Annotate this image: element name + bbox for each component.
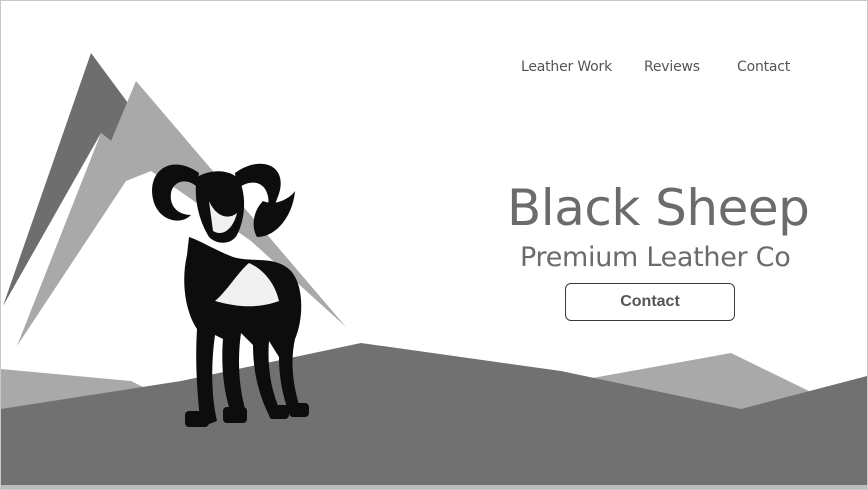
nav-reviews[interactable]: Reviews <box>644 59 700 75</box>
landing-page: Leather Work Reviews Contact Black Sheep… <box>0 0 868 490</box>
nav-contact[interactable]: Contact <box>737 59 790 75</box>
hero-subtitle: Premium Leather Co <box>520 242 791 273</box>
bottom-divider <box>1 485 867 489</box>
contact-button[interactable]: Contact <box>565 283 735 321</box>
hero-title: Black Sheep <box>507 179 810 237</box>
nav-leather-work[interactable]: Leather Work <box>521 59 612 75</box>
